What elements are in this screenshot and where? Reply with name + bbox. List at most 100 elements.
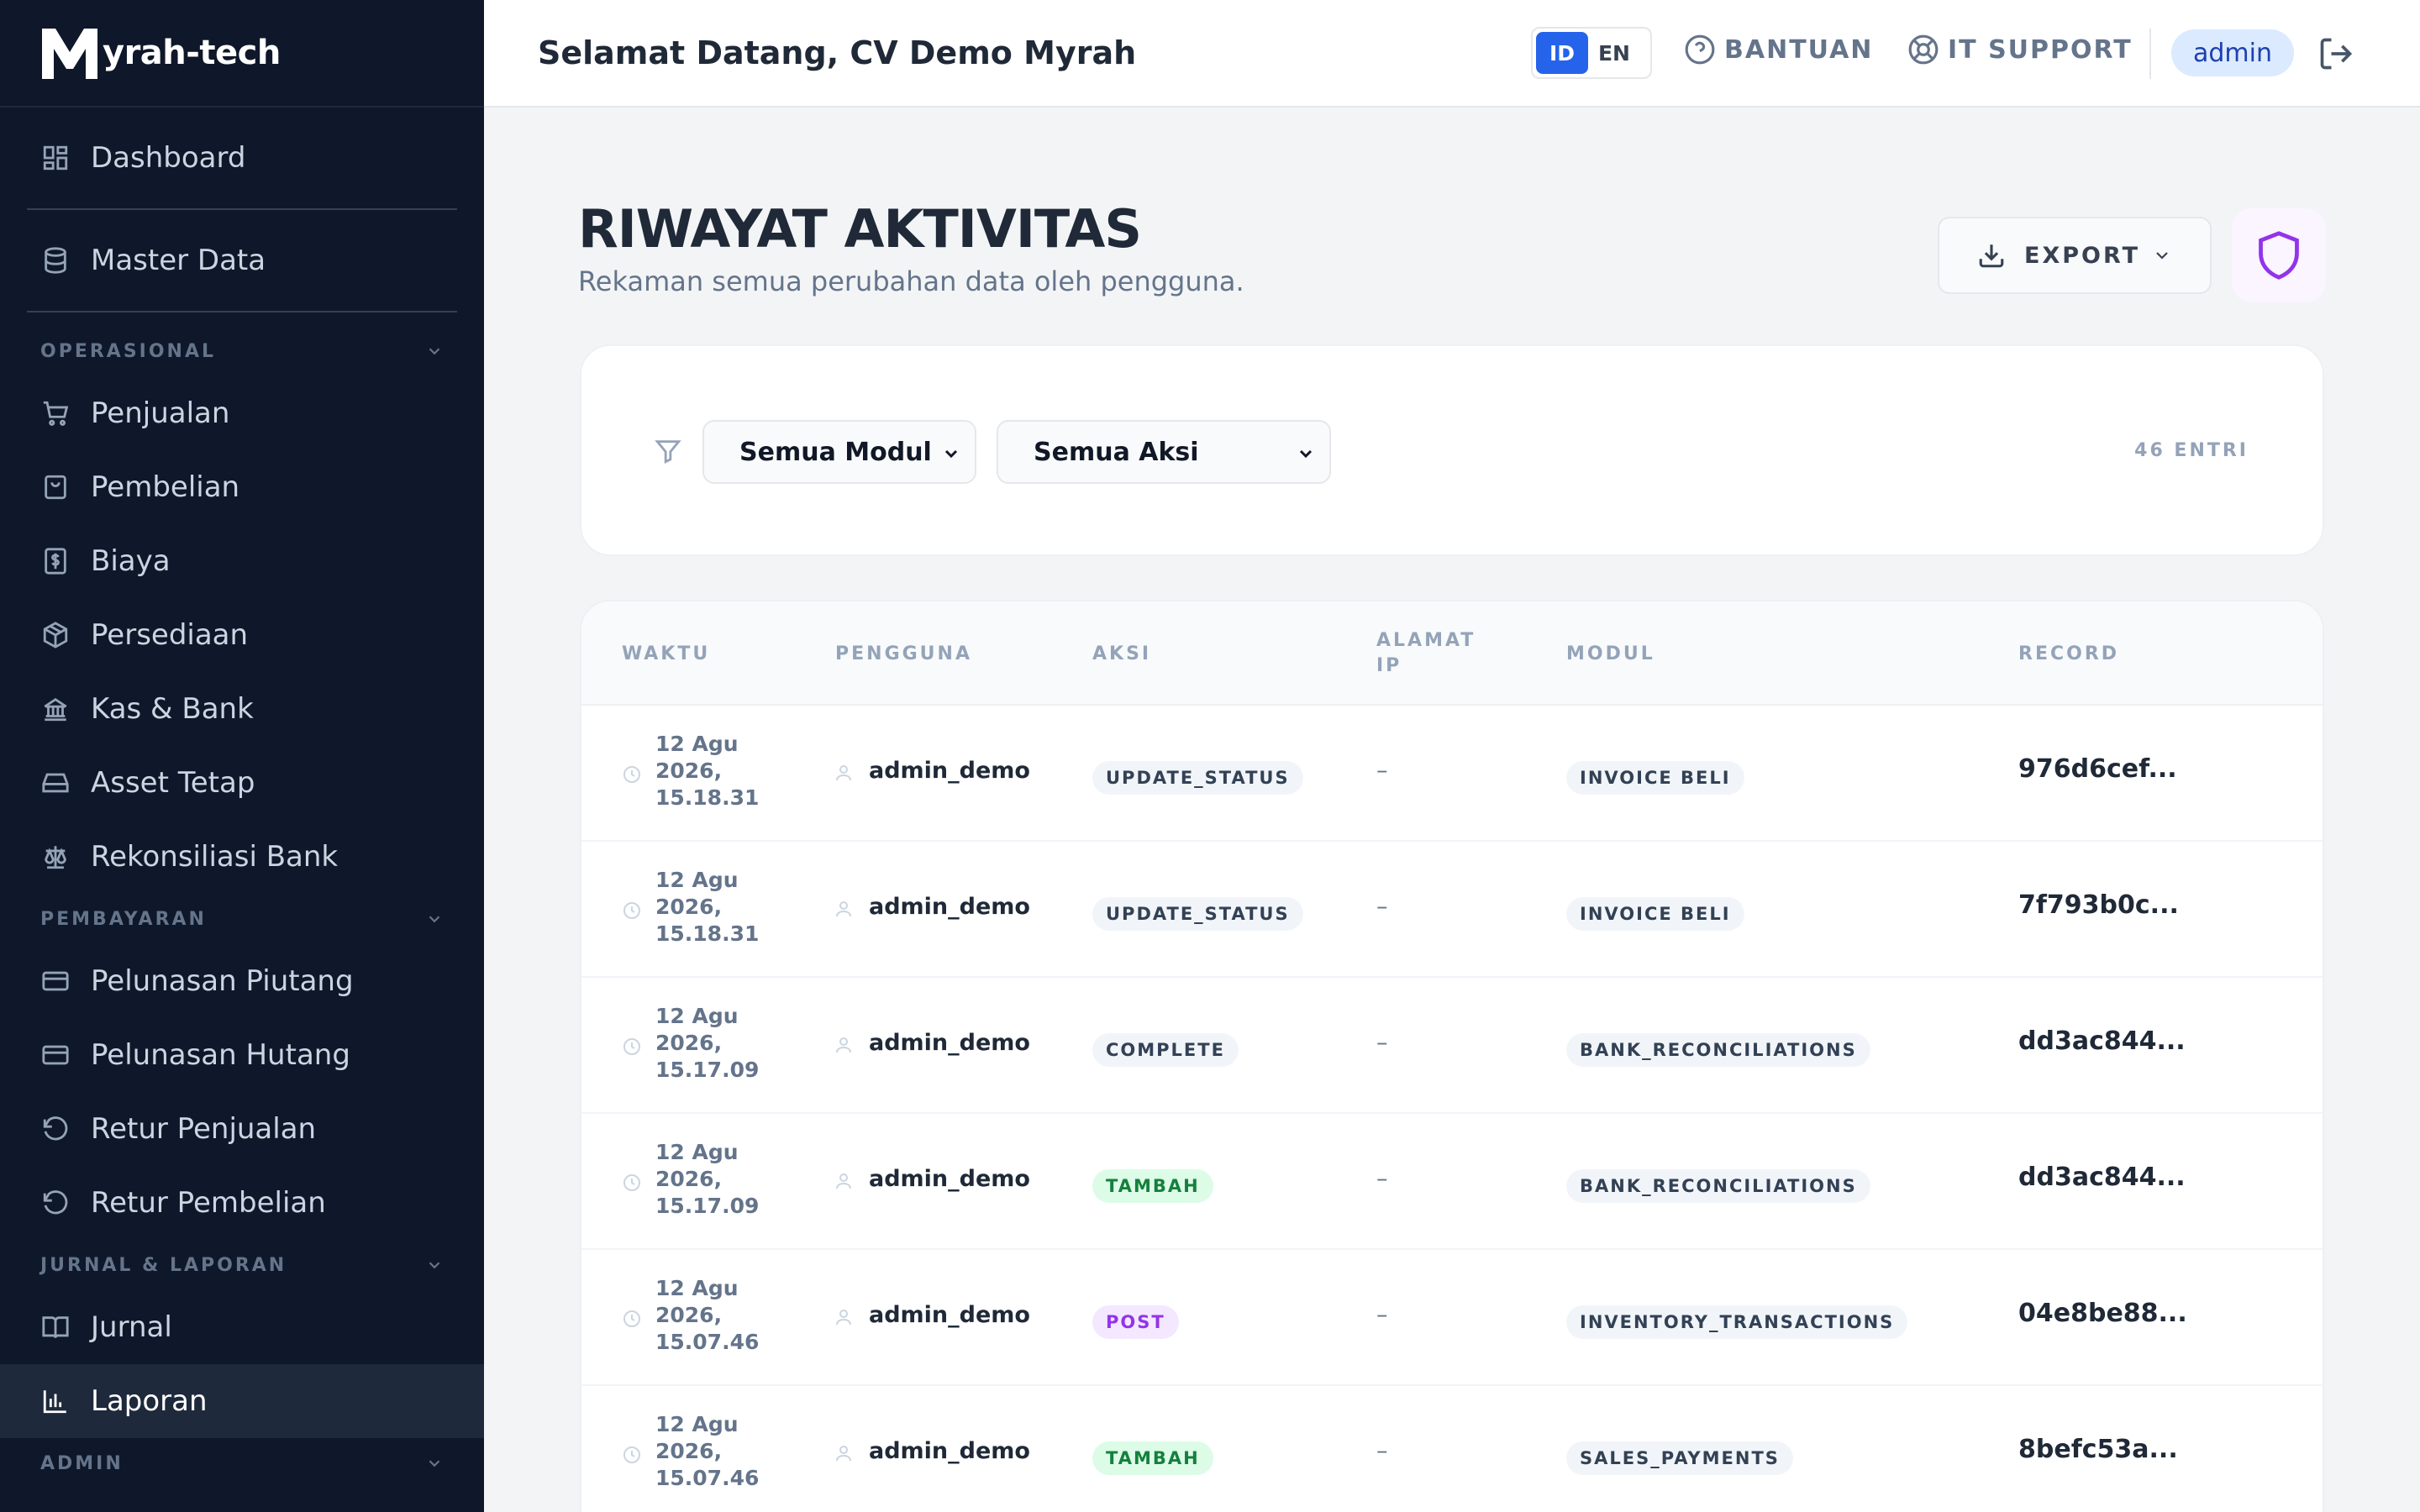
logout-button[interactable]	[2317, 35, 2354, 72]
section-pembayaran[interactable]: PEMBAYARAN	[0, 894, 484, 944]
clock-icon	[622, 1037, 642, 1057]
it-support-link[interactable]: IT SUPPORT	[1907, 34, 2133, 66]
chevron-down-icon	[429, 916, 440, 923]
chevron-down-icon	[944, 449, 958, 459]
sidebar-item-kas-bank[interactable]: Kas & Bank	[0, 672, 484, 746]
action-badge: UPDATE_STATUS	[1092, 761, 1303, 795]
language-switch: ID EN	[1531, 27, 1652, 79]
cart-icon	[40, 398, 71, 428]
action-select-value: Semua Aksi	[1034, 437, 1199, 467]
table-row[interactable]: 12 Agu 2026, 15.07.46 admin_demo TAMBAH – SALE…	[581, 1386, 2323, 1512]
sidebar-item-asset-tetap[interactable]: Asset Tetap	[0, 746, 484, 820]
sidebar-item-persediaan[interactable]: Persediaan	[0, 598, 484, 672]
record-link[interactable]: 976d6cef...	[2018, 754, 2177, 784]
record-link[interactable]: dd3ac844...	[2018, 1163, 2186, 1192]
time-line: 12 Agu	[655, 1140, 739, 1164]
clock-icon	[622, 900, 642, 921]
brand-logo[interactable]: yrah-tech	[0, 0, 484, 108]
download-icon	[1979, 244, 2004, 268]
sidebar-item-label: Kas & Bank	[91, 692, 254, 726]
clock-icon	[622, 1309, 642, 1329]
user-cell: admin_demo	[869, 1438, 1030, 1464]
sidebar-item-master-data[interactable]: Master Data	[0, 223, 484, 297]
sidebar-item-label: Dashboard	[91, 141, 246, 175]
life-buoy-icon	[1908, 34, 1939, 65]
scale-icon	[40, 842, 71, 872]
record-link[interactable]: 04e8be88...	[2018, 1299, 2187, 1328]
time-line: 12 Agu	[655, 868, 739, 892]
section-jurnal-laporan[interactable]: JURNAL & LAPORAN	[0, 1240, 484, 1290]
ip-cell: –	[1376, 1302, 1388, 1328]
time-line: 2026,	[655, 895, 723, 919]
chevron-down-icon	[2156, 252, 2168, 260]
user-cell: admin_demo	[869, 758, 1030, 784]
sidebar-item-biaya[interactable]: Biaya	[0, 524, 484, 598]
table-row[interactable]: 12 Agu 2026, 15.18.31 admin_demo UPDATE_STAT…	[581, 842, 2323, 978]
sidebar-item-laporan[interactable]: Laporan	[0, 1364, 484, 1438]
sidebar-item-label: Retur Pembelian	[91, 1186, 326, 1220]
divider	[2149, 29, 2151, 79]
sidebar-item-label: Retur Penjualan	[91, 1112, 317, 1146]
help-link[interactable]: BANTUAN	[1684, 34, 1873, 66]
action-badge: COMPLETE	[1092, 1033, 1239, 1067]
sidebar-item-jurnal[interactable]: Jurnal	[0, 1290, 484, 1364]
table-row[interactable]: 12 Agu 2026, 15.17.09 admin_demo TAMBAH – BANK…	[581, 1114, 2323, 1250]
module-select[interactable]: Semua Modul	[702, 420, 976, 484]
table-row[interactable]: 12 Agu 2026, 15.07.46 admin_demo POST – INVENT…	[581, 1250, 2323, 1386]
lang-id-button[interactable]: ID	[1536, 32, 1588, 74]
greeting: Selamat Datang, CV Demo Myrah	[538, 34, 1137, 71]
sidebar: yrah-tech Dashboard Master Data OPERASIO…	[0, 0, 484, 1512]
export-button[interactable]: EXPORT	[1938, 217, 2212, 294]
log-out-icon	[2320, 38, 2353, 70]
clock-icon	[622, 1173, 642, 1193]
lang-en-button[interactable]: EN	[1588, 32, 1640, 74]
ip-cell: –	[1376, 758, 1388, 784]
action-select[interactable]: Semua Aksi	[997, 420, 1331, 484]
sidebar-item-pembelian[interactable]: Pembelian	[0, 450, 484, 524]
sidebar-item-dashboard[interactable]: Dashboard	[0, 121, 484, 195]
user-icon	[834, 899, 854, 919]
sidebar-item-label: Persediaan	[91, 618, 249, 652]
sidebar-item-rekonsiliasi-bank[interactable]: Rekonsiliasi Bank	[0, 820, 484, 894]
record-link[interactable]: 8befc53a...	[2018, 1435, 2178, 1464]
sidebar-item-pelunasan-hutang[interactable]: Pelunasan Hutang	[0, 1018, 484, 1092]
time-line: 15.17.09	[655, 1194, 760, 1218]
chevron-down-icon	[1299, 449, 1313, 459]
time-cell: 12 Agu 2026, 15.17.09	[655, 1139, 781, 1220]
module-badge: INVOICE BELI	[1566, 761, 1744, 795]
column-header-waktu[interactable]: WAKTU	[622, 642, 710, 667]
column-header-pengguna[interactable]: PENGGUNA	[835, 642, 972, 667]
record-link[interactable]: 7f793b0c...	[2018, 890, 2179, 920]
chevron-down-icon	[429, 1460, 440, 1467]
filter-icon	[654, 437, 682, 465]
sidebar-item-pelunasan-piutang[interactable]: Pelunasan Piutang	[0, 944, 484, 1018]
action-badge: UPDATE_STATUS	[1092, 897, 1303, 931]
table-row[interactable]: 12 Agu 2026, 15.17.09 admin_demo COMPLETE – BA…	[581, 978, 2323, 1114]
sidebar-item-retur-penjualan[interactable]: Retur Penjualan	[0, 1092, 484, 1166]
hard-drive-icon	[40, 768, 71, 798]
user-icon	[834, 1035, 854, 1055]
column-header-modul[interactable]: MODUL	[1566, 642, 1655, 667]
sidebar-item-retur-pembelian[interactable]: Retur Pembelian	[0, 1166, 484, 1240]
table-row[interactable]: 12 Agu 2026, 15.18.31 admin_demo UPDATE_STAT…	[581, 706, 2323, 842]
column-header-aksi[interactable]: AKSI	[1092, 642, 1151, 667]
sidebar-item-label: Asset Tetap	[91, 766, 255, 800]
sidebar-item-penjualan[interactable]: Penjualan	[0, 376, 484, 450]
module-select-value: Semua Modul	[739, 437, 932, 467]
section-admin[interactable]: ADMIN	[0, 1438, 484, 1488]
shield-badge	[2232, 208, 2326, 302]
column-header-ip[interactable]: ALAMAT IP	[1376, 628, 1473, 679]
brand-name: yrah-tech	[103, 34, 281, 72]
time-line: 2026,	[655, 759, 723, 783]
user-badge[interactable]: admin	[2171, 29, 2294, 76]
time-cell: 12 Agu 2026, 15.18.31	[655, 867, 781, 948]
record-link[interactable]: dd3ac844...	[2018, 1026, 2186, 1056]
page-subtitle: Rekaman semua perubahan data oleh penggu…	[578, 265, 1244, 297]
time-cell: 12 Agu 2026, 15.18.31	[655, 731, 781, 811]
time-line: 12 Agu	[655, 1412, 739, 1436]
time-line: 15.17.09	[655, 1058, 760, 1082]
divider	[27, 311, 457, 312]
column-header-record[interactable]: RECORD	[2018, 642, 2119, 667]
section-operasional[interactable]: OPERASIONAL	[0, 326, 484, 376]
rotate-ccw-icon	[40, 1188, 71, 1218]
